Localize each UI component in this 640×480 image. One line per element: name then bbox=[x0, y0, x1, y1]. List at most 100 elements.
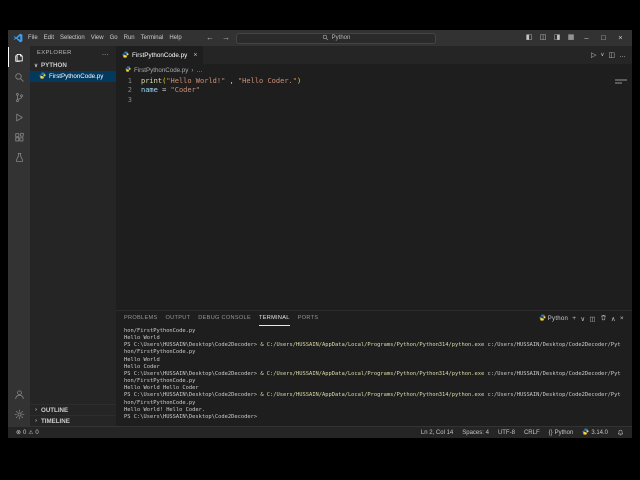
back-arrow-icon[interactable]: ← bbox=[204, 34, 216, 42]
terminal-line: Hello Coder bbox=[124, 363, 160, 370]
terminal-line: Hello World bbox=[124, 356, 160, 363]
explorer-more-icon[interactable]: … bbox=[102, 50, 109, 57]
testing-icon[interactable] bbox=[8, 147, 30, 167]
search-input[interactable]: Python bbox=[236, 32, 436, 44]
vscode-logo-icon bbox=[11, 33, 25, 43]
warning-count: 0 bbox=[35, 429, 39, 436]
eol-setting[interactable]: CRLF bbox=[524, 430, 540, 436]
settings-gear-icon[interactable] bbox=[8, 404, 30, 424]
extensions-icon[interactable] bbox=[8, 127, 30, 147]
menu-view[interactable]: View bbox=[88, 35, 107, 41]
close-panel-icon[interactable]: × bbox=[620, 315, 624, 322]
sidebar-empty-space bbox=[30, 82, 116, 404]
terminal-line: Hello World Hello Coder bbox=[124, 385, 199, 392]
toggle-sidebar-icon[interactable]: ◧ bbox=[522, 30, 536, 46]
terminal-line: PS C:\Users\HUSSAIN\Desktop\Code2Decoder… bbox=[124, 342, 621, 349]
tab-label: FirstPythonCode.py bbox=[132, 51, 188, 59]
code-editor[interactable]: 1 print("Hello World!" , "Hello Coder.") 2… bbox=[116, 76, 632, 310]
indentation-setting[interactable]: Spaces: 4 bbox=[462, 430, 489, 436]
explorer-sidebar: EXPLORER … ∨ PYTHON FirstPythonCode.py ›… bbox=[30, 46, 116, 426]
account-icon[interactable] bbox=[8, 384, 30, 404]
terminal-line: Hello World! Hello Coder. bbox=[124, 406, 206, 413]
python-file-icon bbox=[122, 50, 129, 60]
terminal-line: hon/FirstPythonCode.py bbox=[124, 399, 196, 406]
search-icon bbox=[322, 34, 329, 43]
terminal-output[interactable]: hon/FirstPythonCode.py Hello World PS C:\U… bbox=[116, 326, 632, 426]
menu-run[interactable]: Run bbox=[121, 35, 138, 41]
activity-bar-bottom bbox=[8, 384, 30, 426]
new-terminal-icon[interactable]: + bbox=[572, 315, 576, 322]
timeline-section[interactable]: › TIMELINE bbox=[30, 415, 116, 426]
terminal-line: hon/FirstPythonCode.py bbox=[124, 349, 196, 356]
kill-terminal-icon[interactable] bbox=[600, 314, 607, 323]
python-file-icon bbox=[39, 72, 46, 81]
code-line: 3 bbox=[116, 96, 632, 105]
language-mode[interactable]: {} Python bbox=[549, 430, 574, 436]
file-label: FirstPythonCode.py bbox=[49, 73, 104, 80]
split-terminal-icon[interactable]: ◫ bbox=[589, 315, 595, 323]
notifications-bell-icon[interactable] bbox=[617, 429, 624, 436]
source-control-icon[interactable] bbox=[8, 87, 30, 107]
error-icon: ⊗ bbox=[16, 430, 22, 436]
explorer-icon[interactable] bbox=[8, 47, 30, 67]
encoding-setting[interactable]: UTF-8 bbox=[498, 430, 515, 436]
minimap-line bbox=[615, 82, 622, 84]
problems-indicator[interactable]: ⊗ 0 ⚠ 0 bbox=[16, 429, 39, 437]
terminal-line: Hello World bbox=[124, 335, 160, 342]
python-interpreter[interactable]: 3.14.0 bbox=[582, 428, 608, 437]
language-label: Python bbox=[554, 429, 574, 436]
maximize-button[interactable]: □ bbox=[595, 30, 612, 46]
tab-close-icon[interactable]: × bbox=[193, 52, 197, 59]
chevron-right-icon: › bbox=[191, 66, 194, 74]
bottom-panel: PROBLEMS OUTPUT DEBUG CONSOLE TERMINAL PORTS… bbox=[116, 310, 632, 426]
python-terminal-icon bbox=[539, 314, 546, 323]
tab-firstpythoncode[interactable]: FirstPythonCode.py × bbox=[116, 46, 205, 64]
folder-python[interactable]: ∨ PYTHON bbox=[30, 60, 116, 71]
editor-area: FirstPythonCode.py × ▷ ∨ ◫ … FirstPython… bbox=[116, 46, 632, 426]
panel-tab-debug-console[interactable]: DEBUG CONSOLE bbox=[198, 311, 251, 326]
panel-tab-problems[interactable]: PROBLEMS bbox=[124, 311, 158, 326]
forward-arrow-icon[interactable]: → bbox=[220, 34, 232, 42]
command-center: ← → Python bbox=[204, 30, 436, 46]
maximize-panel-icon[interactable]: ∧ bbox=[611, 315, 616, 323]
menu-help[interactable]: Help bbox=[166, 35, 184, 41]
minimize-button[interactable]: – bbox=[578, 30, 595, 46]
terminal-profile[interactable]: Python bbox=[539, 314, 568, 323]
panel-tab-output[interactable]: OUTPUT bbox=[166, 311, 191, 326]
run-debug-icon[interactable] bbox=[8, 107, 30, 127]
terminal-dropdown-icon[interactable]: ∨ bbox=[580, 315, 585, 323]
breadcrumb-file: FirstPythonCode.py bbox=[134, 66, 189, 74]
close-button[interactable]: × bbox=[612, 30, 629, 46]
toggle-panel-icon[interactable]: ◫ bbox=[536, 30, 550, 46]
menu-edit[interactable]: Edit bbox=[41, 35, 57, 41]
toggle-secondary-sidebar-icon[interactable]: ◨ bbox=[550, 30, 564, 46]
panel-tab-ports[interactable]: PORTS bbox=[298, 311, 319, 326]
chevron-right-icon: › bbox=[35, 407, 37, 413]
menu-file[interactable]: File bbox=[25, 35, 41, 41]
minimap[interactable] bbox=[615, 79, 629, 86]
terminal-line: hon/FirstPythonCode.py bbox=[124, 378, 196, 385]
run-python-file-icon[interactable]: ▷ bbox=[591, 51, 596, 59]
panel-tab-terminal[interactable]: TERMINAL bbox=[259, 311, 290, 326]
cursor-position[interactable]: Ln 2, Col 14 bbox=[421, 430, 453, 436]
menu-terminal[interactable]: Terminal bbox=[138, 35, 167, 41]
customize-layout-icon[interactable]: ▦ bbox=[564, 30, 578, 46]
code-lines: 1 print("Hello World!" , "Hello Coder.") 2… bbox=[116, 77, 632, 105]
run-dropdown-icon[interactable]: ∨ bbox=[600, 52, 604, 58]
terminal-profile-label: Python bbox=[547, 315, 569, 322]
explorer-title: EXPLORER bbox=[37, 50, 72, 56]
code-line: 1 print("Hello World!" , "Hello Coder.") bbox=[116, 77, 632, 86]
python-logo-icon bbox=[582, 428, 589, 437]
outline-section[interactable]: › OUTLINE bbox=[30, 404, 116, 415]
search-icon[interactable] bbox=[8, 67, 30, 87]
editor-actions: ▷ ∨ ◫ … bbox=[585, 46, 632, 64]
activity-bar bbox=[8, 46, 30, 426]
file-item-firstpythoncode[interactable]: FirstPythonCode.py bbox=[30, 71, 116, 82]
split-editor-icon[interactable]: ◫ bbox=[608, 51, 615, 59]
menu-go[interactable]: Go bbox=[107, 35, 121, 41]
more-actions-icon[interactable]: … bbox=[619, 52, 626, 59]
line-number: 1 bbox=[127, 77, 132, 85]
panel-actions: Python + ∨ ◫ ∧ × bbox=[539, 314, 624, 323]
menu-selection[interactable]: Selection bbox=[57, 35, 88, 41]
breadcrumb[interactable]: FirstPythonCode.py › … bbox=[116, 64, 632, 76]
